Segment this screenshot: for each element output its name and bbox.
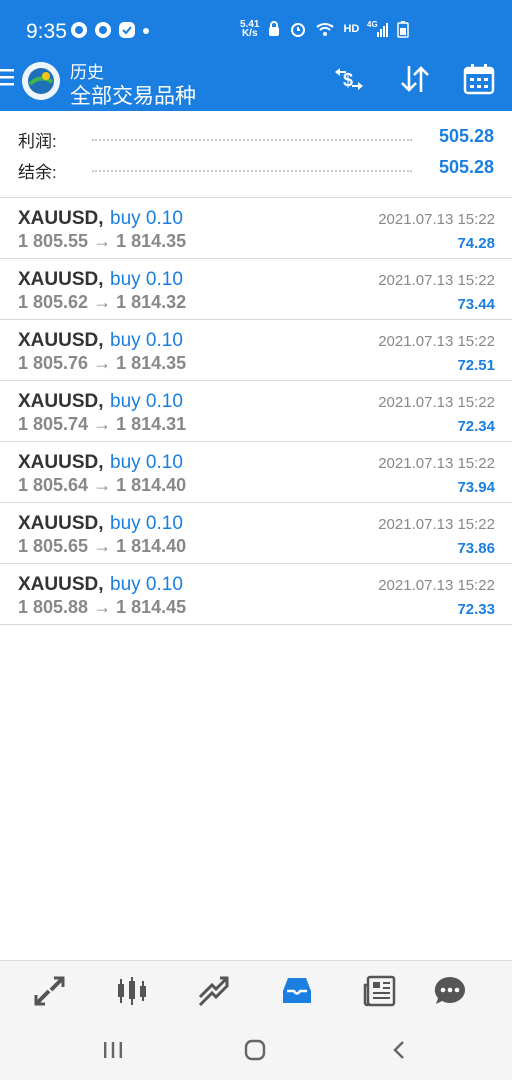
wifi-icon	[316, 23, 335, 36]
deposit-withdraw-icon[interactable]: $	[332, 62, 366, 96]
deal-symbol: XAUUSD,	[18, 513, 104, 534]
menu-icon[interactable]	[0, 66, 16, 88]
deal-type: buy 0.10	[110, 330, 183, 351]
metatrader-logo-icon	[22, 62, 60, 100]
battery-icon	[397, 21, 410, 38]
deal-symbol: XAUUSD,	[18, 391, 104, 412]
alarm-icon	[291, 23, 306, 37]
deal-prices: 1 805.62 → 1 814.32	[18, 292, 187, 312]
balance-value: 505.28	[438, 157, 494, 177]
status-bar: 9:35 5.41 K/s HD 4G	[0, 0, 512, 55]
deal-profit: 74.28	[457, 235, 495, 252]
deal-time: 2021.07.13 15:22	[378, 272, 495, 289]
dot-icon	[143, 28, 149, 34]
deal-time: 2021.07.13 15:22	[378, 455, 495, 472]
deal-type: buy 0.10	[110, 452, 183, 473]
history-icon[interactable]	[279, 973, 315, 1009]
deal-row[interactable]: XAUUSD, buy 0.10 1 805.65 → 1 814.40 2021.0…	[0, 503, 512, 564]
sort-icon[interactable]	[398, 62, 432, 96]
news-icon[interactable]	[362, 973, 398, 1009]
deal-symbol: XAUUSD,	[18, 269, 104, 290]
system-icons: 5.41 K/s HD 4G	[240, 19, 410, 39]
svg-text:4G: 4G	[367, 20, 378, 29]
deal-symbol: XAUUSD,	[18, 452, 104, 473]
deal-type: buy 0.10	[110, 513, 183, 534]
deal-symbol: XAUUSD,	[18, 208, 104, 229]
chat-icon[interactable]	[432, 973, 468, 1009]
deal-symbol: XAUUSD,	[18, 330, 104, 351]
status-time: 9:35	[26, 20, 67, 43]
deal-row[interactable]: XAUUSD, buy 0.10 1 805.74 → 1 814.31 2021.0…	[0, 381, 512, 442]
signal-icon: 4G	[367, 20, 389, 37]
symbol-filter[interactable]: 全部交易品种	[70, 80, 196, 110]
deal-prices: 1 805.64 → 1 814.40	[18, 475, 187, 495]
deal-row[interactable]: XAUUSD, buy 0.10 1 805.55 → 1 814.35 2021.0…	[0, 198, 512, 259]
deal-prices: 1 805.88 → 1 814.45	[18, 597, 187, 617]
network-speed: 5.41 K/s	[240, 19, 260, 39]
quotes-icon[interactable]	[32, 973, 68, 1009]
deal-type: buy 0.10	[110, 269, 183, 290]
profit-label: 利润:	[18, 132, 57, 151]
deal-prices: 1 805.74 → 1 814.31	[18, 414, 187, 434]
hd-label: HD	[343, 23, 360, 35]
trade-icon[interactable]	[196, 973, 232, 1009]
deal-row[interactable]: XAUUSD, buy 0.10 1 805.62 → 1 814.32 2021.0…	[0, 259, 512, 320]
deal-time: 2021.07.13 15:22	[378, 211, 495, 228]
back-icon[interactable]	[390, 1039, 408, 1061]
deal-type: buy 0.10	[110, 574, 183, 595]
deal-profit: 72.51	[457, 357, 495, 374]
deal-type: buy 0.10	[110, 208, 183, 229]
deal-profit: 72.34	[457, 418, 495, 435]
check-app-icon	[119, 22, 135, 38]
bottom-nav	[0, 960, 512, 1021]
q-app-icon	[95, 22, 111, 38]
deal-profit: 73.44	[457, 296, 495, 313]
system-nav-bar	[0, 1020, 512, 1080]
calendar-icon[interactable]	[462, 62, 496, 96]
profit-value: 505.28	[438, 126, 494, 146]
recent-apps-icon[interactable]	[102, 1040, 124, 1060]
deal-prices: 1 805.55 → 1 814.35	[18, 231, 187, 251]
balance-label: 结余:	[18, 163, 57, 182]
deal-prices: 1 805.76 → 1 814.35	[18, 353, 187, 373]
summary-panel: 利润: 505.28 结余: 505.28	[0, 111, 512, 197]
deal-profit: 72.33	[457, 601, 495, 618]
dotted-leader	[92, 170, 412, 172]
deal-row[interactable]: XAUUSD, buy 0.10 1 805.76 → 1 814.35 2021.0…	[0, 320, 512, 381]
profit-row: 利润: 505.28	[18, 123, 496, 153]
deal-profit: 73.94	[457, 479, 495, 496]
notification-icons	[70, 21, 150, 39]
chart-icon[interactable]	[114, 973, 150, 1009]
divider	[0, 624, 512, 625]
dotted-leader	[92, 139, 412, 141]
deal-row[interactable]: XAUUSD, buy 0.10 1 805.64 → 1 814.40 2021.0…	[0, 442, 512, 503]
q-app-icon	[71, 22, 87, 38]
deal-profit: 73.86	[457, 540, 495, 557]
lock-icon	[269, 21, 280, 36]
deal-symbol: XAUUSD,	[18, 574, 104, 595]
deal-time: 2021.07.13 15:22	[378, 577, 495, 594]
home-icon[interactable]	[244, 1039, 266, 1061]
deal-type: buy 0.10	[110, 391, 183, 412]
deal-time: 2021.07.13 15:22	[378, 394, 495, 411]
deal-row[interactable]: XAUUSD, buy 0.10 1 805.88 → 1 814.45 2021.0…	[0, 564, 512, 625]
deal-time: 2021.07.13 15:22	[378, 516, 495, 533]
top-bar: 9:35 5.41 K/s HD 4G 历史 全部交易品种 $	[0, 0, 512, 111]
balance-row: 结余: 505.28	[18, 154, 496, 184]
deal-prices: 1 805.65 → 1 814.40	[18, 536, 187, 556]
deal-time: 2021.07.13 15:22	[378, 333, 495, 350]
